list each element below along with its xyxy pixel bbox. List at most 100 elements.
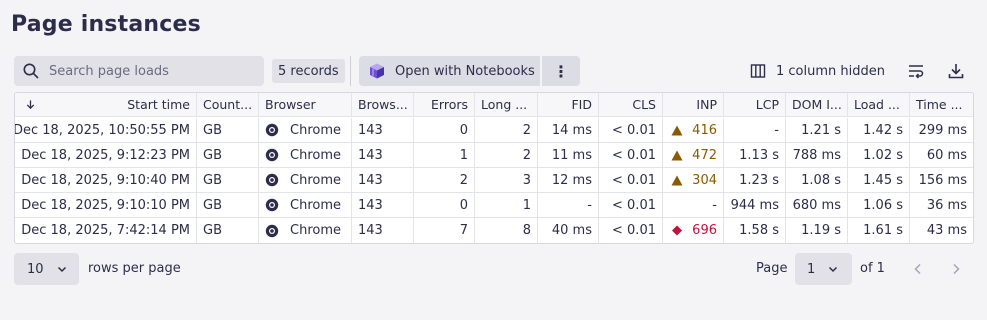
page-label: Page bbox=[756, 261, 788, 276]
cell-browser: Chrome bbox=[259, 193, 352, 217]
cell-cls: < 0.01 bbox=[599, 218, 663, 243]
cell-errors: 0 bbox=[414, 193, 475, 217]
cell-load: 1.45 s bbox=[848, 168, 910, 192]
cell-inp-value: 416 bbox=[692, 122, 717, 138]
chevron-right-icon[interactable] bbox=[949, 262, 963, 276]
cell-browser-label: Chrome bbox=[290, 172, 341, 188]
cell-errors: 2 bbox=[414, 168, 475, 192]
rows-per-page-value: 10 bbox=[27, 261, 44, 277]
table-row[interactable]: Dec 18, 2025, 9:10:40 PM GB Chrome 143 2… bbox=[15, 168, 973, 193]
column-header-browser[interactable]: Browser bbox=[259, 93, 352, 116]
cell-fid: 11 ms bbox=[538, 143, 599, 167]
column-header-label: Start time bbox=[127, 97, 190, 112]
chevron-left-icon[interactable] bbox=[911, 262, 925, 276]
column-header-dom-interactive[interactable]: DOM I... bbox=[786, 93, 848, 116]
column-header-browser-version[interactable]: Brows... bbox=[352, 93, 414, 116]
column-header-inp[interactable]: INP bbox=[663, 93, 724, 116]
column-header-fid[interactable]: FID bbox=[538, 93, 599, 116]
sort-down-icon[interactable] bbox=[25, 99, 36, 110]
download-icon[interactable] bbox=[947, 62, 965, 80]
cell-browser-version: 143 bbox=[352, 193, 414, 217]
chevron-down-icon bbox=[57, 266, 66, 273]
cell-browser: Chrome bbox=[259, 143, 352, 167]
cell-dom-interactive: 1.21 s bbox=[786, 118, 848, 142]
cell-time: 43 ms bbox=[926, 223, 967, 238]
columns-hidden-label: 1 column hidden bbox=[776, 63, 885, 79]
column-header-errors[interactable]: Errors bbox=[414, 93, 475, 116]
cell-long-tasks: 2 bbox=[475, 118, 538, 142]
cell-inp-value: - bbox=[712, 197, 717, 213]
cell-fid: 12 ms bbox=[538, 168, 599, 192]
wrap-lines-icon[interactable] bbox=[907, 62, 925, 80]
cell-lcp: 1.13 s bbox=[724, 143, 786, 167]
column-header-lcp[interactable]: LCP bbox=[724, 93, 786, 116]
cell-browser-version: 143 bbox=[352, 168, 414, 192]
chevron-down-icon bbox=[829, 266, 838, 273]
cell-country: GB bbox=[197, 193, 259, 217]
cell-country: GB bbox=[197, 143, 259, 167]
cell-inp: - bbox=[663, 193, 724, 217]
search-icon bbox=[23, 63, 39, 79]
cell-cls: < 0.01 bbox=[599, 143, 663, 167]
cell-fid: 14 ms bbox=[538, 118, 599, 142]
cell-load: 1.42 s bbox=[848, 118, 910, 142]
records-count-badge: 5 records bbox=[272, 59, 345, 83]
cell-cls: < 0.01 bbox=[599, 193, 663, 217]
cell-browser-version: 143 bbox=[352, 143, 414, 167]
chrome-icon bbox=[265, 123, 279, 137]
critical-diamond-icon bbox=[671, 225, 683, 236]
more-vert-icon: ⋮ bbox=[553, 61, 569, 81]
cell-inp-value: 472 bbox=[692, 147, 717, 163]
page-title: Page instances bbox=[11, 12, 201, 37]
cell-country: GB bbox=[197, 118, 259, 142]
columns-icon bbox=[750, 64, 766, 78]
cell-lcp: 1.58 s bbox=[724, 218, 786, 243]
cell-browser-label: Chrome bbox=[290, 223, 341, 238]
cell-browser-label: Chrome bbox=[290, 197, 341, 213]
page-select[interactable]: 1 bbox=[795, 253, 852, 285]
cell-errors: 7 bbox=[414, 218, 475, 243]
cell-inp-value: 696 bbox=[692, 223, 717, 238]
table-row[interactable]: Dec 18, 2025, 9:10:10 PM GB Chrome 143 0… bbox=[15, 193, 973, 218]
cell-dom-interactive: 788 ms bbox=[786, 143, 848, 167]
cell-time: 60 ms bbox=[926, 147, 967, 163]
table-header-row: Start time Count... Browser Brows... Err… bbox=[15, 93, 973, 117]
column-header-long-tasks[interactable]: Long ... bbox=[475, 93, 538, 116]
cell-start-time: Dec 18, 2025, 9:12:23 PM bbox=[15, 143, 197, 167]
column-header-time[interactable]: Time ... bbox=[910, 93, 973, 116]
search-input[interactable]: Search page loads bbox=[14, 56, 264, 86]
cell-load: 1.61 s bbox=[848, 218, 910, 243]
cell-errors: 1 bbox=[414, 143, 475, 167]
cell-errors: 0 bbox=[414, 118, 475, 142]
notebooks-icon bbox=[370, 63, 384, 79]
cell-time: 36 ms bbox=[926, 197, 967, 213]
chrome-icon bbox=[265, 198, 279, 212]
column-header-load[interactable]: Load ... bbox=[848, 93, 910, 116]
search-placeholder: Search page loads bbox=[49, 63, 169, 79]
cell-time: 156 ms bbox=[918, 172, 967, 188]
page-count-label: of 1 bbox=[860, 261, 885, 276]
warning-triangle-icon bbox=[671, 150, 683, 160]
cell-browser: Chrome bbox=[259, 118, 352, 142]
cell-start-time: Dec 18, 2025, 9:10:10 PM bbox=[15, 193, 197, 217]
cell-dom-interactive: 1.08 s bbox=[786, 168, 848, 192]
cell-inp: 696 bbox=[663, 218, 724, 243]
column-settings-button[interactable]: 1 column hidden bbox=[750, 56, 885, 86]
open-with-notebooks-button[interactable]: Open with Notebooks bbox=[359, 56, 540, 86]
column-header-country[interactable]: Count... bbox=[197, 93, 259, 116]
table-row[interactable]: Dec 18, 2025, 9:12:23 PM GB Chrome 143 1… bbox=[15, 143, 973, 168]
cell-start-time: Dec 18, 2025, 7:42:14 PM bbox=[15, 218, 197, 243]
rows-per-page-select[interactable]: 10 bbox=[14, 253, 79, 285]
chrome-icon bbox=[265, 148, 279, 162]
cell-start-time: Dec 18, 2025, 10:50:55 PM bbox=[15, 118, 197, 142]
cell-cls: < 0.01 bbox=[599, 168, 663, 192]
cell-time: 299 ms bbox=[918, 122, 967, 138]
table-row[interactable]: Dec 18, 2025, 7:42:14 PM GB Chrome 143 7… bbox=[15, 218, 973, 243]
cell-fid: - bbox=[538, 193, 599, 217]
column-header-start-time[interactable]: Start time bbox=[15, 93, 197, 116]
column-header-cls[interactable]: CLS bbox=[599, 93, 663, 116]
table-row[interactable]: Dec 18, 2025, 10:50:55 PM GB Chrome 143 … bbox=[15, 118, 973, 143]
cell-load: 1.06 s bbox=[848, 193, 910, 217]
more-options-button[interactable]: ⋮ bbox=[542, 56, 580, 86]
toolbar: Search page loads 5 records Open with No… bbox=[14, 56, 974, 86]
